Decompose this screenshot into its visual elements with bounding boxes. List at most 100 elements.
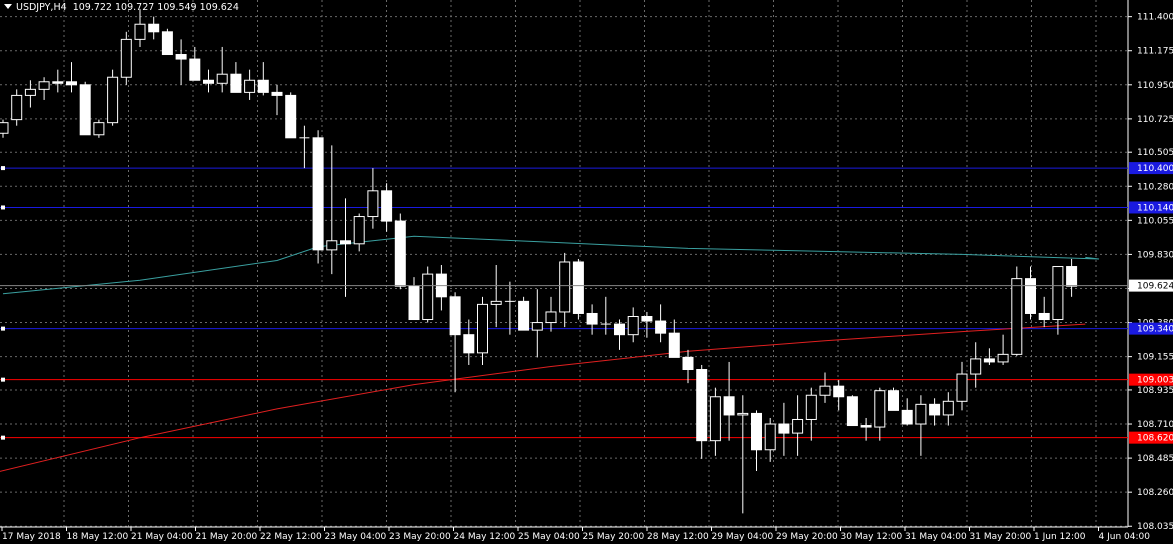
candle-body-bear [203, 79, 214, 84]
level-price-label: 108.620 [1137, 434, 1173, 444]
level-anchor-handle[interactable] [1, 435, 5, 440]
current-price-label: 109.624 [1137, 282, 1173, 292]
y-tick-label: 110.505 [1137, 148, 1173, 158]
candle-body-bear [1066, 266, 1078, 287]
candle-body-bear [846, 396, 858, 427]
candle-body-bear [833, 385, 845, 398]
candle-body-bull [490, 300, 502, 305]
candle-body-bear [66, 81, 77, 86]
candle-body-bear [408, 285, 420, 321]
level-anchor-handle[interactable] [1, 205, 5, 210]
candle-body-bull [38, 81, 50, 90]
level-price-label: 110.400 [1137, 164, 1173, 174]
level-anchor-handle[interactable] [1, 326, 5, 331]
chart-window[interactable]: 111.400 111.175 110.950 110.725 110.505 110.2… [0, 0, 1173, 544]
x-tick-label: 23 May 20:00 [389, 532, 451, 542]
x-tick-label: 31 May 20:00 [970, 532, 1032, 542]
x-tick-label: 21 May 04:00 [131, 532, 193, 542]
y-tick-label: 108.485 [1137, 454, 1173, 464]
candle-body-bear [518, 300, 530, 331]
candle-body-bull [942, 400, 954, 416]
candle-body-bull [120, 38, 132, 78]
x-tick-label: 24 May 12:00 [454, 532, 516, 542]
candle-body-bear [230, 73, 242, 93]
y-tick-label: 108.035 [1137, 522, 1173, 532]
y-tick-label: 111.400 [1137, 13, 1173, 23]
x-tick-label: 4 Jun 04:00 [1099, 532, 1151, 542]
candle-body-bear [586, 312, 598, 325]
candle-body-bull [545, 311, 557, 324]
candle-body-bear [1038, 312, 1050, 321]
y-tick-label: 110.055 [1137, 216, 1173, 226]
candle-body-bear [668, 332, 680, 358]
x-tick-label: 29 May 20:00 [776, 532, 838, 542]
candle-body-bear [901, 409, 913, 425]
y-tick-label: 110.280 [1137, 182, 1173, 192]
level-price-label: 109.340 [1137, 325, 1173, 335]
candle-body-bear [161, 31, 173, 56]
candle-body-bull [559, 261, 571, 313]
candle-body-bear [175, 54, 187, 60]
level-price-label: 110.140 [1137, 203, 1173, 213]
candle-body-bear [983, 358, 995, 363]
x-tick-label: 25 May 04:00 [518, 532, 580, 542]
candle-body-bull [107, 76, 119, 124]
x-tick-label: 21 May 20:00 [196, 532, 258, 542]
level-anchor-handle[interactable] [1, 377, 5, 382]
x-tick-label: 28 May 12:00 [647, 532, 709, 542]
y-tick-label: 108.260 [1137, 488, 1173, 498]
ohlc-readout: 109.722 109.727 109.549 109.624 [72, 2, 239, 13]
candle-body-bear [148, 23, 160, 33]
candle-body-bull [956, 373, 968, 402]
x-tick-label: 30 May 12:00 [841, 532, 903, 542]
candle-body-bull [997, 353, 1009, 363]
candle-body-bull [792, 418, 804, 434]
candle-body-bear [257, 79, 269, 93]
candle-body-bull [216, 73, 228, 84]
candle-body-bear [189, 58, 201, 81]
level-price-label: 109.003 [1137, 376, 1173, 386]
x-tick-label: 31 May 04:00 [905, 532, 967, 542]
level-anchor-handle[interactable] [1, 166, 5, 171]
x-tick-label: 23 May 04:00 [325, 532, 387, 542]
candle-body-bull [24, 88, 36, 96]
candle-body-bull [0, 122, 9, 134]
candle-body-bear [52, 81, 64, 84]
y-tick-label: 110.950 [1137, 81, 1173, 91]
candle-body-bull [1052, 266, 1064, 321]
moving-average-red [0, 323, 1086, 472]
x-tick-label: 29 May 04:00 [712, 532, 774, 542]
candle-body-bull [709, 396, 721, 442]
candle-body-bull [93, 122, 105, 136]
candle-body-bear [271, 91, 283, 96]
x-tick-label: 17 May 2018 [2, 532, 61, 542]
candle-body-bear [929, 403, 941, 416]
price-chart[interactable]: 111.400 111.175 110.950 110.725 110.505 110.2… [0, 0, 1173, 544]
candle-body-bear [778, 423, 790, 434]
candle-body-bull [11, 94, 23, 121]
candle-body-bull [627, 316, 639, 336]
candle-body-bear [340, 240, 351, 245]
candle-body-bear [682, 356, 694, 371]
candle-body-bull [805, 394, 817, 420]
candle-body-bear [641, 316, 653, 322]
dropdown-triangle-icon[interactable] [4, 4, 12, 9]
candle-body-bear [394, 220, 406, 287]
candle-body-bull [531, 322, 543, 331]
y-tick-label: 109.155 [1137, 353, 1173, 363]
candle-body-bull [244, 79, 256, 93]
candle-body-bear [860, 425, 872, 428]
y-tick-label: 108.935 [1137, 386, 1173, 396]
y-tick-label: 109.830 [1137, 250, 1173, 260]
candle-body-bear [751, 412, 762, 451]
symbol-label: USDJPY,H4 [16, 2, 67, 13]
candle-body-bull [1011, 278, 1023, 355]
candle-body-bear [449, 296, 461, 336]
candle-body-bear [381, 190, 393, 222]
candle-body-bear [888, 390, 899, 411]
x-tick-label: 18 May 12:00 [67, 532, 129, 542]
candle-body-bull [134, 23, 146, 40]
candle-body-bear [723, 396, 735, 416]
candle-body-bear [463, 334, 475, 354]
candle-body-bear [572, 261, 584, 314]
